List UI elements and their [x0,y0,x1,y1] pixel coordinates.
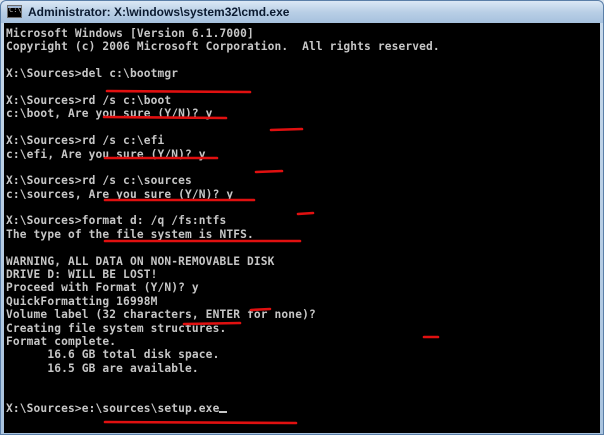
console-line: 16.5 GB are available. [6,361,199,375]
console-line: 16.6 GB total disk space. [6,348,220,362]
console-area[interactable]: Microsoft Windows [Version 6.1.7000] Cop… [4,23,600,433]
console-line: X:\Sources>rd /s c:\boot [6,93,172,107]
console-line: Proceed with Format (Y/N)? y [6,281,199,295]
console-prompt-line[interactable]: X:\Sources>e:\sources\setup.exe [6,402,440,415]
console-line: Format complete. [6,334,117,348]
console-line: Microsoft Windows [Version 6.1.7000] [6,27,254,40]
underline-setup [103,420,298,425]
text-cursor [219,410,228,413]
cmd-icon-glyph: C:\ [9,6,22,14]
cmd-icon[interactable]: C:\ [7,5,22,18]
console-line: c:\sources, Are you sure (Y/N)? y [6,187,234,201]
console-line: Creating file system structures. [6,321,227,335]
console-line: c:\boot, Are you sure (Y/N)? y [6,107,213,121]
console-line: QuickFormatting 16998M [6,294,158,308]
console-line: The type of the file system is NTFS. [6,227,254,241]
console-line: X:\Sources>del c:\bootmgr [6,67,179,81]
console-line: c:\efi, Are you sure (Y/N)? y [6,147,206,161]
prompt-command: X:\Sources>e:\sources\setup.exe [6,401,220,415]
console-output: Microsoft Windows [Version 6.1.7000] Cop… [6,27,440,415]
console-line: X:\Sources>format d: /q /fs:ntfs [6,214,227,228]
title-bar[interactable]: C:\ Administrator: X:\windows\system32\c… [1,1,603,23]
console-line: WARNING, ALL DATA ON NON-REMOVABLE DISK [6,254,275,268]
console-line: Volume label (32 characters, ENTER for n… [6,308,316,322]
console-line: X:\Sources>rd /s c:\efi [6,134,165,148]
console-line: DRIVE D: WILL BE LOST! [6,268,158,282]
window-title: Administrator: X:\windows\system32\cmd.e… [28,5,290,19]
console-line: Copyright (c) 2006 Microsoft Corporation… [6,40,440,54]
console-line: X:\Sources>rd /s c:\sources [6,174,192,188]
cmd-window: C:\ Administrator: X:\windows\system32\c… [0,0,604,435]
